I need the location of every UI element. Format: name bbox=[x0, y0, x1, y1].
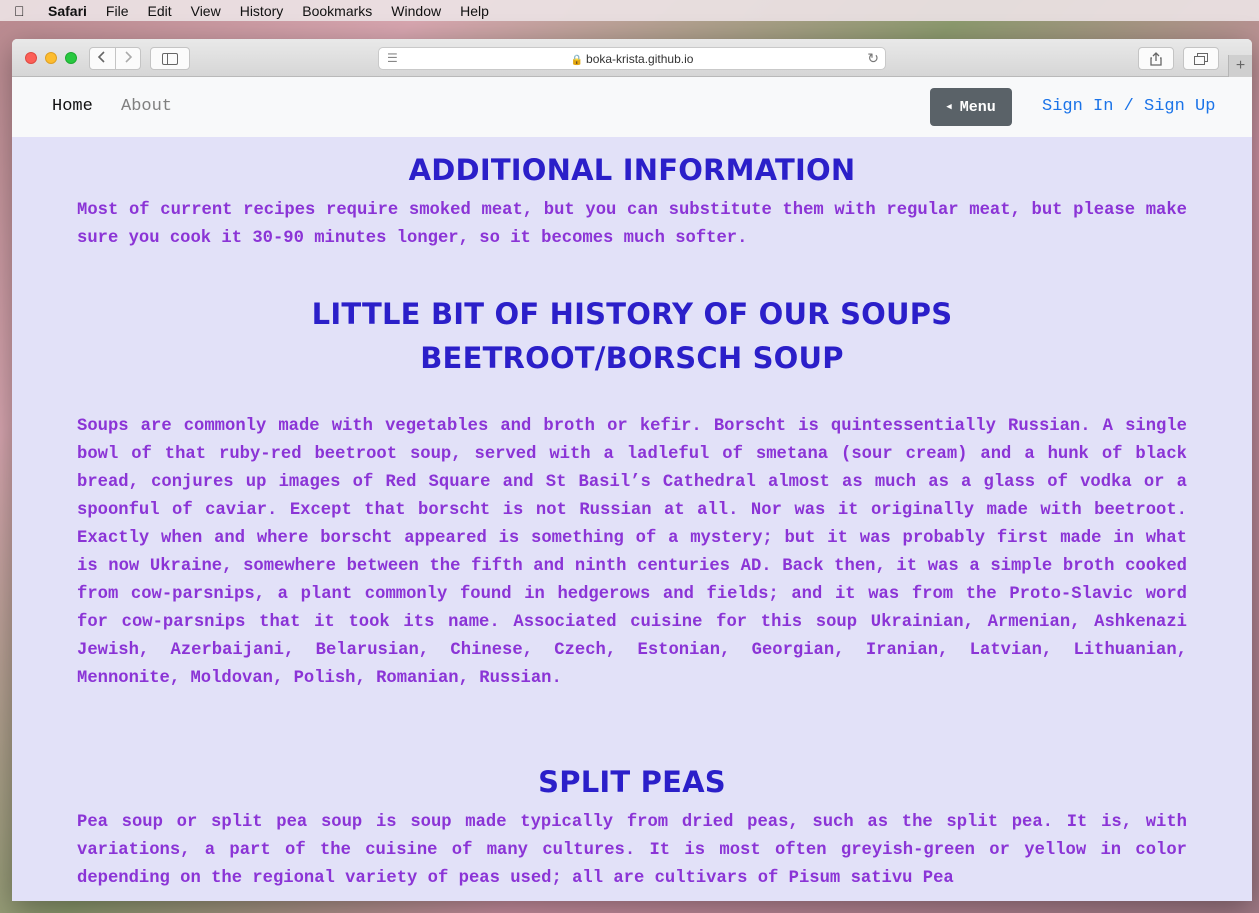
os-menubar:  Safari File Edit View History Bookmark… bbox=[0, 0, 1259, 21]
history-nav bbox=[89, 47, 141, 70]
sidebar-button[interactable] bbox=[150, 47, 190, 70]
url-text: boka-krista.github.io bbox=[586, 52, 694, 66]
back-button[interactable] bbox=[90, 48, 116, 69]
forward-button[interactable] bbox=[116, 48, 141, 69]
apple-icon[interactable]:  bbox=[14, 3, 36, 19]
address-bar[interactable]: ☰ 🔒 boka-krista.github.io ↻ bbox=[378, 47, 886, 70]
paragraph-additional-information: Most of current recipes require smoked m… bbox=[77, 201, 1187, 248]
heading-split-peas: SPLIT PEAS bbox=[538, 765, 726, 799]
chevron-left-icon bbox=[98, 51, 105, 63]
paragraph-split-peas: Pea soup or split pea soup is soup made … bbox=[77, 813, 1187, 888]
paragraph-borsch: Soups are commonly made with vegetables … bbox=[77, 417, 1187, 688]
new-tab-button[interactable]: + bbox=[1228, 55, 1252, 77]
tabs-icon bbox=[1194, 52, 1208, 65]
browser-window: ☰ 🔒 boka-krista.github.io ↻ + Home About … bbox=[12, 39, 1252, 901]
browser-toolbar: ☰ 🔒 boka-krista.github.io ↻ + bbox=[12, 39, 1252, 77]
close-window-button[interactable] bbox=[25, 52, 37, 64]
lock-icon: 🔒 bbox=[570, 55, 584, 66]
chevron-right-icon bbox=[125, 51, 132, 63]
sidebar-icon bbox=[162, 52, 178, 65]
heading-additional-information: ADDITIONAL INFORMATION bbox=[408, 153, 856, 187]
menu-bookmarks[interactable]: Bookmarks bbox=[302, 3, 372, 19]
minimize-window-button[interactable] bbox=[45, 52, 57, 64]
main-content: ADDITIONAL INFORMATION Most of current r… bbox=[12, 137, 1252, 901]
menu-history[interactable]: History bbox=[240, 3, 284, 19]
heading-borsch: BEETROOT/BORSCH SOUP bbox=[420, 341, 844, 375]
nav-home-link[interactable]: Home bbox=[52, 97, 93, 116]
menu-file[interactable]: File bbox=[106, 3, 129, 19]
heading-history: LITTLE BIT OF HISTORY OF OUR SOUPS bbox=[311, 297, 953, 331]
caret-left-icon: ◀ bbox=[946, 102, 952, 112]
menu-edit[interactable]: Edit bbox=[147, 3, 171, 19]
menu-button-label: Menu bbox=[959, 98, 996, 116]
menu-help[interactable]: Help bbox=[460, 3, 489, 19]
nav-about-link[interactable]: About bbox=[121, 97, 172, 116]
zoom-window-button[interactable] bbox=[65, 52, 77, 64]
site-navbar: Home About ◀ Menu Sign In / Sign Up bbox=[12, 77, 1252, 137]
show-tabs-button[interactable] bbox=[1183, 47, 1219, 70]
reload-icon[interactable]: ↻ bbox=[867, 50, 879, 67]
menu-button[interactable]: ◀ Menu bbox=[930, 88, 1012, 126]
share-icon bbox=[1150, 51, 1162, 66]
menu-app-safari[interactable]: Safari bbox=[48, 3, 87, 19]
url-display: 🔒 boka-krista.github.io bbox=[379, 52, 885, 66]
menu-view[interactable]: View bbox=[191, 3, 221, 19]
share-button[interactable] bbox=[1138, 47, 1174, 70]
menu-window[interactable]: Window bbox=[391, 3, 441, 19]
sign-in-sign-up-link[interactable]: Sign In / Sign Up bbox=[1042, 97, 1215, 116]
